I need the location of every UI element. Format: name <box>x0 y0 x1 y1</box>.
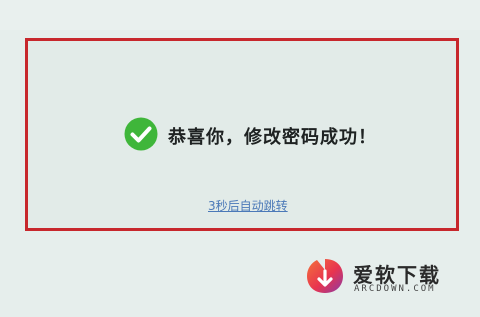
site-watermark: 爱软下载 ARCDOWN.COM <box>305 257 455 297</box>
arcdown-logo-icon <box>305 257 345 295</box>
check-circle-icon <box>124 117 158 151</box>
success-message: 恭喜你，修改密码成功！ <box>168 127 377 148</box>
watermark-subtitle: ARCDOWN.COM <box>354 284 436 294</box>
page-background-strip <box>0 0 480 30</box>
success-notice-panel: 恭喜你，修改密码成功！ 3秒后自动跳转 <box>25 38 459 231</box>
auto-redirect-link[interactable]: 3秒后自动跳转 <box>208 197 288 214</box>
